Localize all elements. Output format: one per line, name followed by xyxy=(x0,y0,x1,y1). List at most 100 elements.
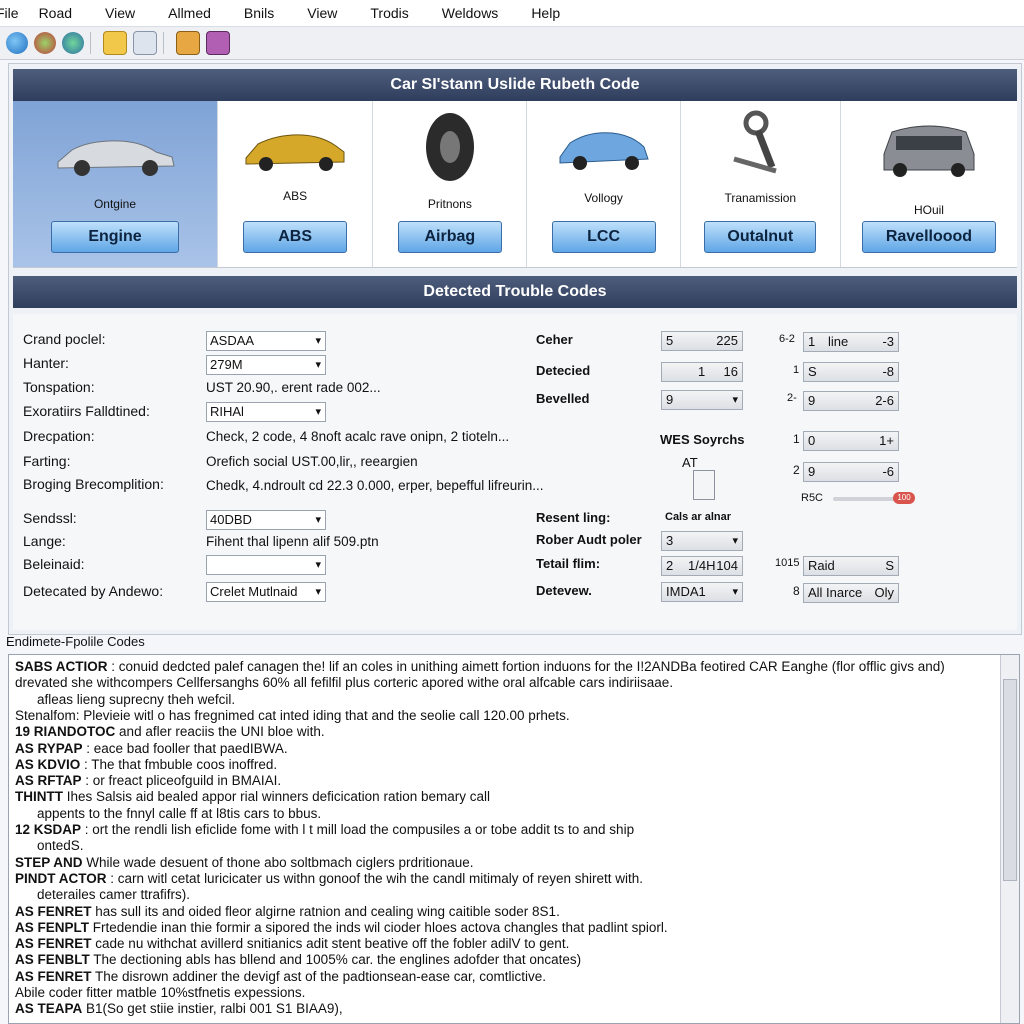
menu-trodis[interactable]: Trodis xyxy=(370,5,408,21)
log-line-text: deterailes camer ttrafifrs). xyxy=(37,887,191,903)
far-right-field[interactable]: 0 1+ xyxy=(803,431,899,451)
log-line-code: 12 KSDAP xyxy=(15,822,82,837)
log-line-code: PINDT ACTOR xyxy=(15,870,107,886)
airbag-button[interactable]: Airbag xyxy=(397,221,502,253)
globe-refresh-icon[interactable] xyxy=(62,32,84,54)
far-right-field[interactable]: Raid S xyxy=(803,556,899,576)
menu-view[interactable]: View xyxy=(105,5,135,21)
field-label: Crand poclel: xyxy=(23,331,106,347)
system-caption: HOuil xyxy=(913,203,944,217)
field-label: Beleinaid: xyxy=(23,556,85,572)
network-icon[interactable] xyxy=(34,32,56,54)
log-line: afleas lieng suprecny theh wefcil. xyxy=(37,692,235,707)
hanter-select[interactable]: 279M xyxy=(206,355,326,375)
save-icon[interactable] xyxy=(176,31,200,55)
log-line-text: : conuid dedcted palef canagen the! lif … xyxy=(111,659,945,674)
endimete-codes-label: Endimete-Fpolile Codes xyxy=(6,634,145,649)
far-right-value: 9 xyxy=(808,393,816,408)
report-icon[interactable] xyxy=(206,31,230,55)
far-right-prefix: 1 xyxy=(793,432,800,446)
trouble-codes-bar: Detected Trouble Codes xyxy=(13,276,1017,308)
system-card-airbag[interactable]: Pritnons Airbag xyxy=(373,101,528,267)
scrollbar-thumb[interactable] xyxy=(1003,679,1017,881)
log-line-text: While wade desuent of thone abo soltbmac… xyxy=(86,854,474,870)
menu-windows[interactable]: Weldows xyxy=(442,5,499,21)
system-card-lcc[interactable]: Vollogy LCC xyxy=(527,101,681,267)
far-right-suffix: -6 xyxy=(882,464,894,479)
far-right-field[interactable]: 9 2-6 xyxy=(803,391,899,411)
log-line: 19 RIANDOTOC and afler reaciis the UNI b… xyxy=(15,724,325,739)
field-label: Drecpation: xyxy=(23,428,95,444)
lange-value: Fihent thal lipenn alif 509.ptn xyxy=(206,534,379,549)
broging-value: Chedk, 4.ndroult cd 22.3 0.000, erper, b… xyxy=(206,478,544,493)
menu-help[interactable]: Help xyxy=(531,5,560,21)
log-line: Stenalfom: Plevieie witl o has fregnimed… xyxy=(15,708,570,723)
far-right-suffix: 1+ xyxy=(879,433,894,448)
bevelled-select[interactable]: 9 xyxy=(661,390,743,410)
far-right-suffix: 2-6 xyxy=(875,393,894,408)
abs-button[interactable]: ABS xyxy=(243,221,348,253)
beleinaid-select[interactable] xyxy=(206,555,326,575)
slider-knob[interactable]: 100 xyxy=(893,492,915,504)
log-scrollbar[interactable] xyxy=(1000,655,1019,1023)
crand-pociel-select[interactable]: ASDAA xyxy=(206,331,326,351)
system-card-transmission[interactable]: Tranamission Outalnut xyxy=(680,101,841,267)
folder-icon[interactable] xyxy=(103,31,127,55)
ceher-value-a: 5 xyxy=(666,333,674,348)
ravelloood-button[interactable]: Ravelloood xyxy=(861,221,996,253)
document-icon[interactable] xyxy=(133,31,157,55)
log-line-text: The disrown addiner the devigf ast of th… xyxy=(95,968,547,984)
log-line: THINTT Ihes Salsis aid bealed appor rial… xyxy=(15,789,490,804)
far-right-field[interactable]: 1 line -3 xyxy=(803,332,899,352)
field-label: Sendssl: xyxy=(23,510,77,526)
exoratiirs-select[interactable]: RIHAl xyxy=(206,402,326,422)
engine-button[interactable]: Engine xyxy=(50,221,179,253)
far-right-prefix: 1015 xyxy=(775,557,800,569)
menu-view-2[interactable]: View xyxy=(307,5,337,21)
far-right-field[interactable]: S -8 xyxy=(803,362,899,382)
slider-label: R5C xyxy=(801,492,824,504)
system-card-engine[interactable]: Ontgine Engine xyxy=(13,101,218,267)
sendssl-select[interactable]: 40DBD xyxy=(206,510,326,530)
globe-icon[interactable] xyxy=(6,32,28,54)
toolbar-separator xyxy=(163,32,164,54)
far-right-prefix: 8 xyxy=(793,584,800,598)
log-line: AS RFTAP : or freact pliceofguild in BMA… xyxy=(15,773,281,788)
far-right-field[interactable]: All Inarce Oly xyxy=(803,583,899,603)
menu-bnils[interactable]: Bnils xyxy=(244,5,274,21)
log-line: ontedS. xyxy=(37,838,84,853)
system-card-abs[interactable]: ABS ABS xyxy=(217,101,374,267)
value-slider[interactable]: 100 xyxy=(833,492,915,504)
menu-file[interactable]: File xyxy=(0,5,19,21)
menu-road[interactable]: Road xyxy=(39,5,72,21)
log-line: AS RYPAP : eace bad fooller that paedIBW… xyxy=(15,741,288,756)
far-right-prefix: 2 xyxy=(793,463,800,477)
outalnut-button[interactable]: Outalnut xyxy=(704,221,817,253)
system-card-ravelloood[interactable]: HOuil Ravelloood xyxy=(840,101,1018,267)
tetail-field[interactable]: 2 1/4H 104 xyxy=(661,556,743,576)
ceher-field[interactable]: 5 225 xyxy=(661,331,743,351)
menu-allmed[interactable]: Allmed xyxy=(168,5,211,21)
log-line-code: SABS ACTIOR xyxy=(15,659,108,674)
tire-icon xyxy=(425,113,474,181)
detecied-field[interactable]: 1 16 xyxy=(661,362,743,382)
field-label: Tonspation: xyxy=(23,379,95,395)
log-line-text: Abile coder fitter matble 10%stfnetis ex… xyxy=(15,985,306,1000)
log-line-code: AS FENRET xyxy=(15,936,92,952)
detected-by-input[interactable]: Crelet Mutlnaid xyxy=(206,582,326,602)
system-selector: Ontgine Engine ABS ABS Pritnons Airbag V… xyxy=(13,101,1018,268)
detecied-value-a: 1 xyxy=(698,364,706,379)
log-line-code: AS KDVIO xyxy=(15,756,81,772)
rober-label: Rober Audt poler xyxy=(536,532,642,547)
log-line-text: : The that fmbuble coos inoffred. xyxy=(84,756,278,772)
hatchback-icon xyxy=(559,132,649,170)
gear-lever-icon xyxy=(733,110,777,174)
detevew-select[interactable]: IMDA1 xyxy=(661,582,743,602)
rober-select[interactable]: 3 xyxy=(661,531,743,551)
at-toggle[interactable] xyxy=(693,470,715,500)
far-right-field[interactable]: 9 -6 xyxy=(803,462,899,482)
far-right-prefix: 1 xyxy=(793,364,800,376)
code-log-textarea[interactable]: SABS ACTIOR : conuid dedcted palef canag… xyxy=(8,654,1020,1024)
log-line: AS KDVIO : The that fmbuble coos inoffre… xyxy=(15,757,277,772)
lcc-button[interactable]: LCC xyxy=(551,221,656,253)
